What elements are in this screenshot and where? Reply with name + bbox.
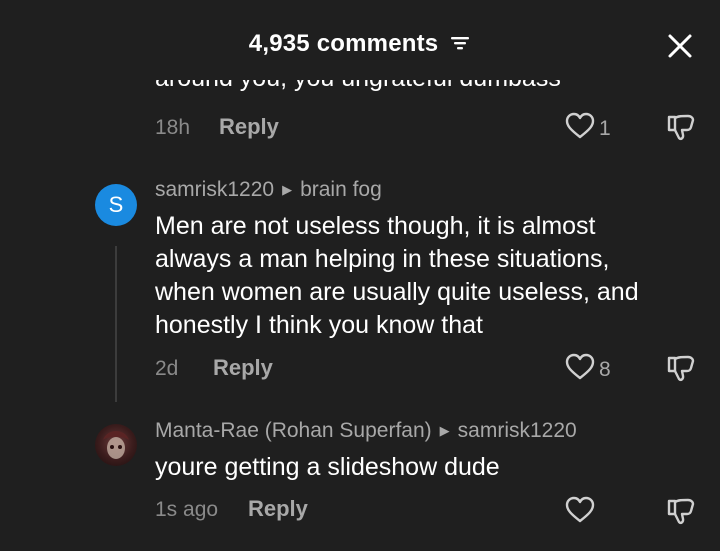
comments-header: 4,935 comments (0, 0, 720, 80)
reply-button[interactable]: Reply (213, 355, 273, 381)
comment-timestamp: 1s ago (155, 498, 219, 521)
like-count: 8 (599, 357, 611, 381)
dislike-icon[interactable] (666, 112, 696, 147)
comments-count-label: 4,935 comments (248, 30, 439, 57)
comment-author-row: Manta-Rae (Rohan Superfan) ▶ samrisk1220 (155, 419, 577, 443)
like-button[interactable]: 8 (565, 353, 611, 386)
reply-button[interactable]: Reply (248, 496, 308, 522)
close-icon[interactable] (666, 32, 694, 60)
avatar[interactable]: S (95, 184, 137, 226)
comment-line: Men are not useless though, it is almost (155, 212, 596, 240)
comment-text: youre getting a slideshow dude (155, 453, 500, 481)
comment-line: honestly I think you know that (155, 311, 483, 339)
comments-title[interactable]: 4,935 comments (0, 30, 720, 59)
comment-timestamp: 2d (155, 357, 179, 380)
dislike-icon[interactable] (666, 353, 696, 388)
like-count: 1 (599, 116, 611, 140)
sort-filter-icon[interactable] (449, 31, 471, 59)
comment-timestamp: 18h (155, 116, 191, 139)
avatar[interactable] (95, 424, 137, 466)
comment-author-row: samrisk1220 ▶ brain fog (155, 178, 382, 202)
thread-line (115, 246, 117, 402)
comment-author[interactable]: samrisk1220 (155, 178, 274, 202)
reply-arrow-icon: ▶ (282, 182, 293, 197)
comment-text: Men are not useless though, it is almost… (155, 210, 639, 342)
heart-icon (565, 112, 595, 145)
dislike-icon[interactable] (666, 496, 696, 531)
heart-icon (565, 353, 595, 386)
reply-arrow-icon: ▶ (439, 423, 450, 438)
reply-to-user[interactable]: samrisk1220 (458, 419, 577, 443)
like-button[interactable] (565, 496, 595, 529)
reply-to-user[interactable]: brain fog (300, 178, 382, 202)
reply-button[interactable]: Reply (219, 114, 279, 140)
comment-author[interactable]: Manta-Rae (Rohan Superfan) (155, 419, 432, 443)
comment-line: always a man helping in these situations… (155, 245, 610, 273)
comment-line: when women are usually quite useless, an… (155, 278, 639, 306)
heart-icon (565, 496, 595, 529)
like-button[interactable]: 1 (565, 112, 611, 145)
